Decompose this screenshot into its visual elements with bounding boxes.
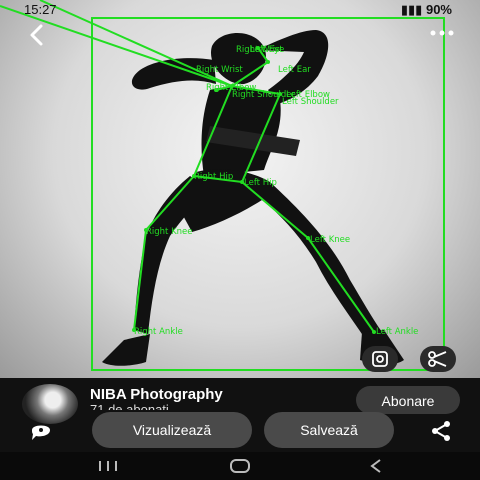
pin-image[interactable]: Right Wrist Left Eye Right Wrist Left Ea… [0,0,480,378]
pose-label-left-eye: Left Eye [250,45,284,55]
status-icons: ▮▮▮ 90% [401,2,452,18]
pose-label-left-ear: Left Ear [278,65,311,75]
recents-icon[interactable] [88,456,128,476]
save-button[interactable]: Salvează [264,412,394,448]
pose-label-left-ankle: Left Ankle [376,327,418,337]
pose-label-left-shoulder: Left Shoulder [282,97,339,107]
battery-level: 90% [425,2,452,17]
share-icon[interactable] [428,418,454,444]
pose-label-right-ankle: Right Ankle [134,327,183,337]
pose-label-left-knee: Left Knee [310,235,350,245]
dancer-silhouette [102,30,404,366]
view-button[interactable]: Vizualizează [92,412,252,448]
pose-overlay: Right Wrist Left Eye Right Wrist Left Ea… [0,0,445,371]
channel-name[interactable]: NIBA Photography [90,386,223,403]
pose-label-right-knee: Right Knee [146,227,193,237]
pose-label-right-wrist-2: Right Wrist [196,65,243,75]
status-time: 15:27 [24,2,57,17]
more-icon[interactable] [428,24,456,42]
pose-label-right-hip: Right Hip [194,172,233,182]
back-nav-icon[interactable] [356,456,396,476]
system-nav-bar [0,452,480,480]
lens-icon [372,351,388,367]
home-icon[interactable] [220,456,260,476]
subscriber-count: 71 de abonați [90,402,169,410]
visual-search-button[interactable] [362,346,398,372]
comment-icon[interactable] [28,420,54,442]
status-bar: 15:27 ▮▮▮ 90% [0,0,480,20]
action-bar: Vizualizează Salvează [0,410,480,450]
cut-icon [428,351,447,367]
signal-icon: ▮▮▮ [400,2,423,17]
pose-label-left-hip: Left Hip [244,178,277,188]
back-icon[interactable] [24,22,50,48]
cut-out-button[interactable] [420,346,456,372]
